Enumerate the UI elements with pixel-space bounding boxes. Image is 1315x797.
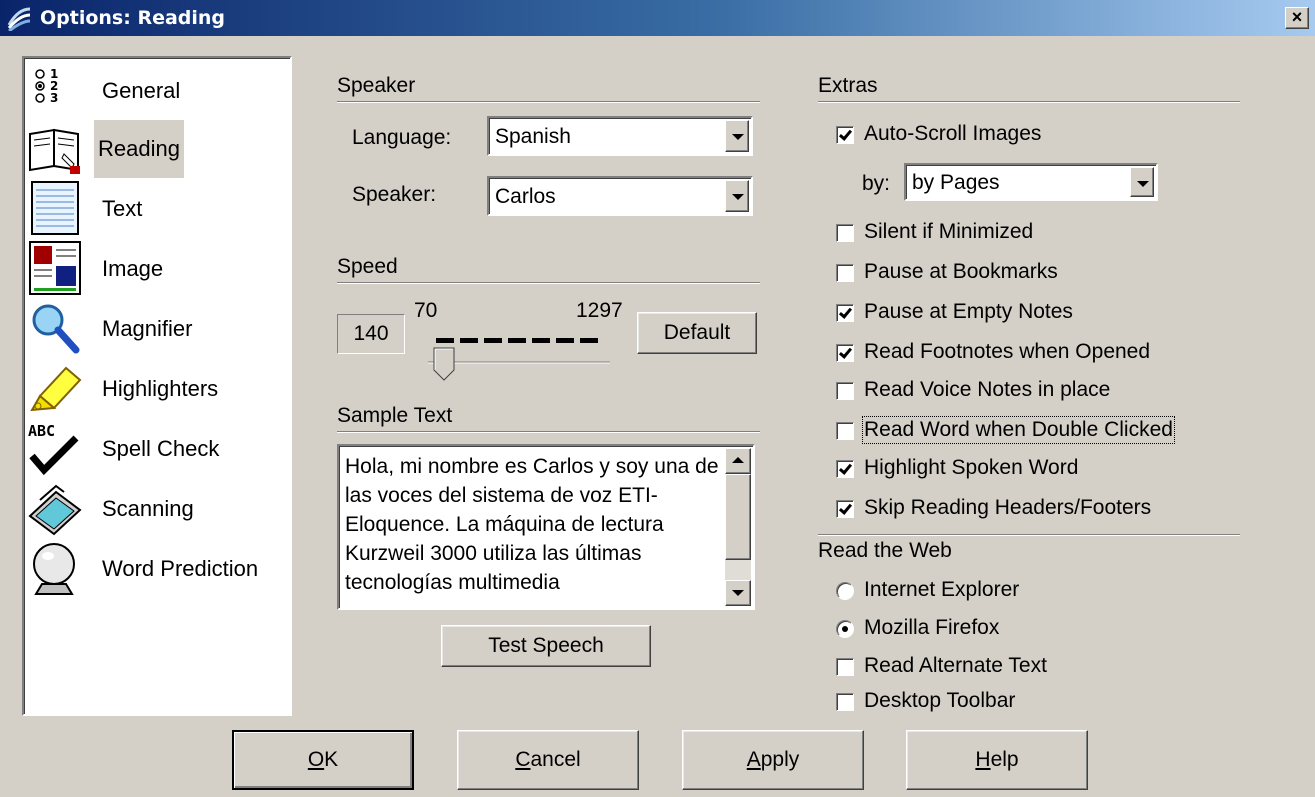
by-label: by: <box>862 172 891 195</box>
chevron-down-icon[interactable] <box>725 120 749 152</box>
extras-group-header: Extras <box>818 74 878 97</box>
scroll-by-select[interactable]: by Pages <box>904 163 1158 201</box>
magnifier-icon <box>32 304 80 354</box>
language-value: Spanish <box>495 125 571 148</box>
text-page-icon <box>31 181 79 235</box>
svg-text:3: 3 <box>50 91 58 105</box>
speaker-group-header: Speaker <box>337 74 416 97</box>
svg-text:ABC: ABC <box>28 422 55 440</box>
title-bar: Options: Reading × <box>0 0 1315 36</box>
sidebar-item-label: Reading <box>94 120 184 178</box>
radio-list-icon: 1 2 3 <box>35 67 58 105</box>
slider-thumb <box>433 347 455 381</box>
category-list: 1 2 3 General Reading Text Image Magnifi… <box>22 56 292 716</box>
sidebar-item-label: Scanning <box>102 496 194 521</box>
sidebar-item-word-prediction[interactable]: Word Prediction <box>24 538 290 598</box>
sidebar-item-label: Word Prediction <box>102 556 259 581</box>
apply-button[interactable]: Apply <box>682 730 864 790</box>
sample-divider <box>337 431 760 433</box>
test-speech-button[interactable]: Test Speech <box>441 625 651 667</box>
sidebar-item-label: Highlighters <box>102 376 219 401</box>
sidebar-item-label: General <box>102 78 181 103</box>
sidebar-item-scanning[interactable]: Scanning <box>24 478 290 538</box>
chevron-down-icon[interactable] <box>1130 167 1154 197</box>
sidebar-item-highlighters[interactable]: Highlighters <box>24 358 290 418</box>
language-label: Language: <box>352 126 452 149</box>
highlighter-icon <box>30 366 82 412</box>
web-divider <box>818 534 1240 536</box>
checkbox[interactable] <box>836 382 854 400</box>
sample-text: Hola, mi nombre es Carlos y soy una de l… <box>345 455 719 594</box>
speaker-divider <box>337 101 760 103</box>
chevron-down-icon[interactable] <box>725 180 749 212</box>
sidebar-item-reading[interactable]: Reading <box>24 118 290 178</box>
sample-scrollbar[interactable] <box>725 448 751 606</box>
ok-button[interactable]: OK <box>232 730 414 790</box>
checkbox[interactable] <box>836 344 854 362</box>
speed-divider <box>337 282 760 284</box>
help-button[interactable]: Help <box>906 730 1088 790</box>
sidebar-item-label: Spell Check <box>102 436 220 461</box>
checkbox[interactable] <box>836 460 854 478</box>
speaker-select[interactable]: Carlos <box>487 176 753 216</box>
speaker-label: Speaker: <box>352 183 437 206</box>
sidebar-item-magnifier[interactable]: Magnifier <box>24 298 290 358</box>
window-title: Options: Reading <box>40 7 226 29</box>
app-icon <box>7 7 31 31</box>
sidebar-item-label: Magnifier <box>102 316 193 341</box>
sidebar-item-text[interactable]: Text <box>24 178 290 238</box>
speaker-value: Carlos <box>495 185 556 208</box>
checkbox[interactable] <box>836 658 854 676</box>
checkbox[interactable] <box>836 126 854 144</box>
scroll-by-value: by Pages <box>912 171 1000 194</box>
sidebar-item-image[interactable]: Image <box>24 238 290 298</box>
default-speed-button[interactable]: Default <box>637 312 757 354</box>
speed-value: 140 <box>337 314 405 354</box>
crystal-ball-icon <box>33 543 75 595</box>
sample-text-area[interactable]: Hola, mi nombre es Carlos y soy una de l… <box>337 444 755 610</box>
sidebar-item-general[interactable]: 1 2 3 General <box>24 60 290 120</box>
speed-group-header: Speed <box>337 255 398 278</box>
read-web-header: Read the Web <box>818 539 952 562</box>
book-icon <box>29 128 80 174</box>
speed-min-label: 70 <box>414 299 438 322</box>
scroll-down-icon[interactable] <box>725 580 751 606</box>
checkbox[interactable] <box>836 693 854 711</box>
sidebar-item-spell-check[interactable]: ABC Spell Check <box>24 418 290 478</box>
sidebar-item-label: Image <box>102 256 164 281</box>
checkbox[interactable] <box>836 304 854 322</box>
checkbox[interactable] <box>836 500 854 518</box>
spell-check-icon: ABC <box>28 422 79 476</box>
speed-max-label: 1297 <box>576 299 623 322</box>
sidebar-item-label: Text <box>102 196 143 221</box>
image-icon <box>29 241 81 295</box>
radio[interactable] <box>836 620 854 638</box>
checkbox[interactable] <box>836 224 854 242</box>
speed-slider[interactable] <box>424 326 614 382</box>
checkbox[interactable] <box>836 422 854 440</box>
checkbox[interactable] <box>836 264 854 282</box>
cancel-button[interactable]: Cancel <box>457 730 639 790</box>
scroll-thumb[interactable] <box>725 474 751 560</box>
scanner-icon <box>28 484 82 536</box>
scroll-up-icon[interactable] <box>725 448 751 474</box>
close-button[interactable]: × <box>1285 7 1309 29</box>
radio[interactable] <box>836 582 854 600</box>
language-select[interactable]: Spanish <box>487 116 753 156</box>
extras-divider <box>818 101 1240 103</box>
sample-text-header: Sample Text <box>337 404 453 427</box>
